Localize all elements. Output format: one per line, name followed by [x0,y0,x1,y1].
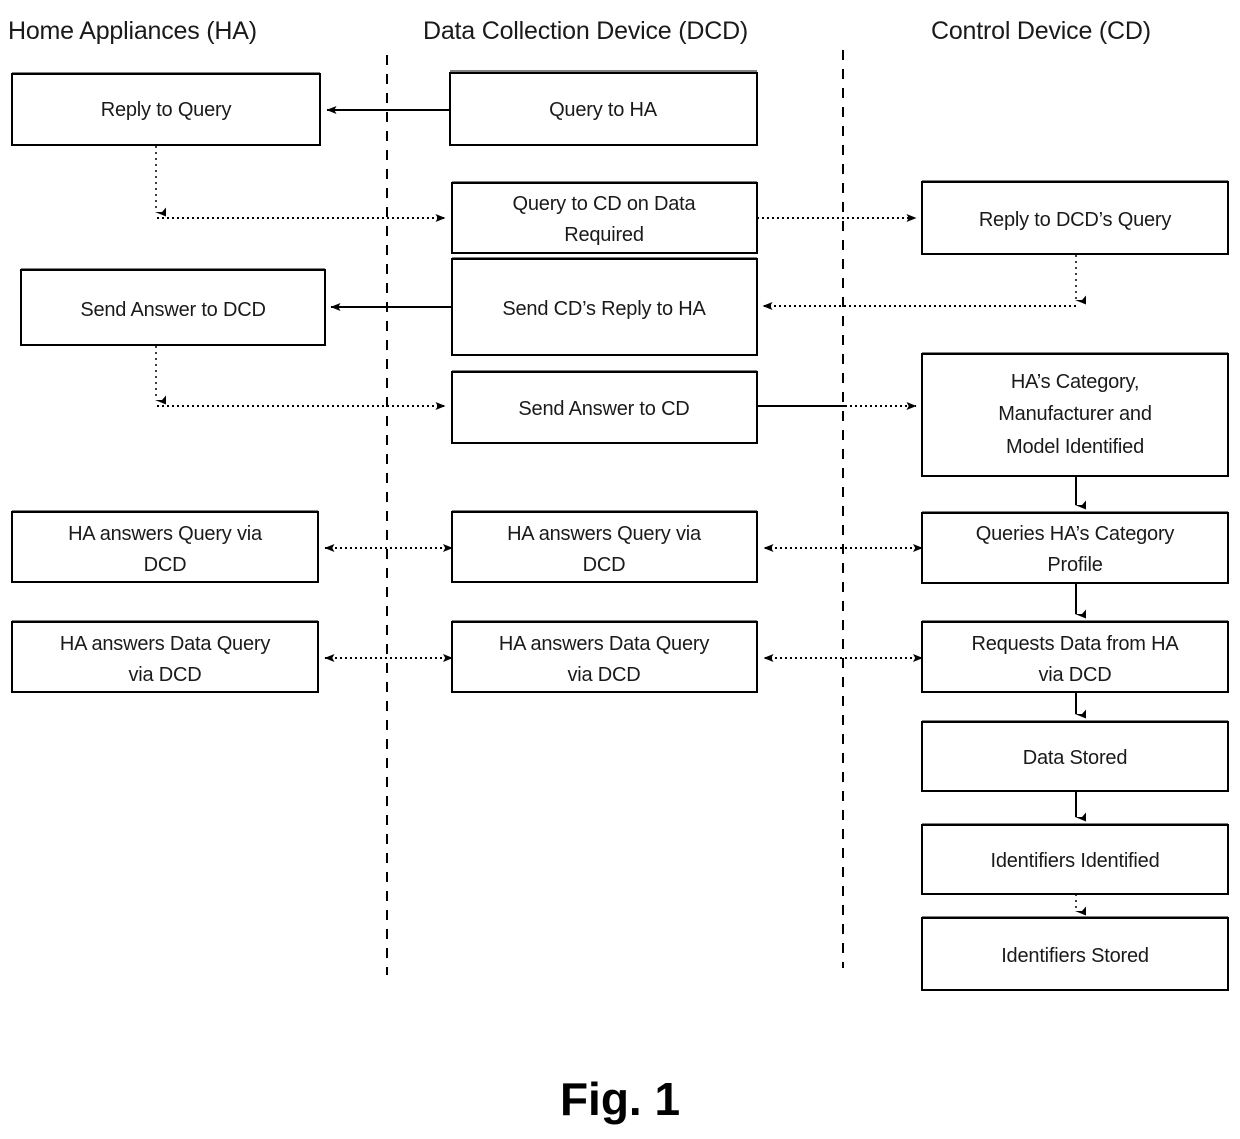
node-label-line2: via DCD [1038,664,1111,686]
node-reply-to-query[interactable]: Reply to Query [11,72,321,146]
node-send-answer-to-dcd[interactable]: Send Answer to DCD [20,268,326,346]
node-label-line1: Query to CD on Data [513,193,697,215]
figure-caption: Fig. 1 [560,1073,680,1125]
node-label-line1: HA answers Data Query [499,633,710,655]
node-label: Identifiers Stored [1001,945,1149,967]
figure-page: Home Appliances (HA) Data Collection Dev… [0,0,1240,1139]
node-ha-answers-data-query-via-dcd-dcd-lane[interactable]: HA answers Data Query via DCD [451,620,758,693]
node-label-line2: Required [564,224,644,246]
node-ha-answers-query-via-dcd-ha-lane[interactable]: HA answers Query via DCD [11,510,319,583]
node-send-answer-to-cd[interactable]: Send Answer to CD [451,370,758,444]
node-label-line2: DCD [144,554,187,576]
node-label-line2: Manufacturer and [998,403,1152,425]
node-label-line2: DCD [583,554,626,576]
node-ha-answers-query-via-dcd-dcd-lane[interactable]: HA answers Query via DCD [451,510,758,583]
node-ha-answers-data-query-via-dcd-ha-lane[interactable]: HA answers Data Query via DCD [11,620,319,693]
node-label: Identifiers Identified [990,850,1159,872]
lane-header-cd: Control Device (CD) [931,17,1151,45]
node-label-line1: HA answers Data Query [60,633,271,655]
node-data-stored[interactable]: Data Stored [921,720,1229,792]
node-label-line1: Queries HA’s Category [976,523,1175,545]
node-label: Send CD’s Reply to HA [502,298,706,320]
node-label-line1: Requests Data from HA [972,633,1180,655]
node-query-to-cd-on-data-required[interactable]: Query to CD on Data Required [451,181,758,254]
node-identifiers-stored[interactable]: Identifiers Stored [921,916,1229,991]
swimlane-flowchart: Home Appliances (HA) Data Collection Dev… [0,0,1240,1139]
node-label: Data Stored [1023,747,1128,769]
node-label: Send Answer to CD [518,398,689,420]
node-label-line3: Model Identified [1006,436,1144,458]
node-requests-data-from-ha-via-dcd[interactable]: Requests Data from HA via DCD [921,620,1229,693]
node-has-category-manufacturer-model-identified[interactable]: HA’s Category, Manufacturer and Model Id… [921,352,1229,477]
node-label: Reply to Query [101,99,232,121]
node-queries-has-category-profile[interactable]: Queries HA’s Category Profile [921,511,1229,584]
node-send-cds-reply-to-ha[interactable]: Send CD’s Reply to HA [451,257,758,356]
node-label-line2: via DCD [128,664,201,686]
node-label-line2: Profile [1047,554,1102,576]
node-reply-to-dcds-query[interactable]: Reply to DCD’s Query [921,180,1229,255]
lane-header-dcd: Data Collection Device (DCD) [423,17,748,45]
node-label: Send Answer to DCD [80,299,265,321]
node-label: Query to HA [549,99,658,121]
node-label-line2: via DCD [567,664,640,686]
node-label: Reply to DCD’s Query [979,209,1172,231]
node-label-line1: HA answers Query via [68,523,263,545]
node-label-line1: HA’s Category, [1011,371,1139,393]
lane-header-ha: Home Appliances (HA) [8,17,257,45]
node-label-line1: HA answers Query via [507,523,702,545]
node-query-to-ha[interactable]: Query to HA [449,70,758,146]
node-identifiers-identified[interactable]: Identifiers Identified [921,823,1229,895]
